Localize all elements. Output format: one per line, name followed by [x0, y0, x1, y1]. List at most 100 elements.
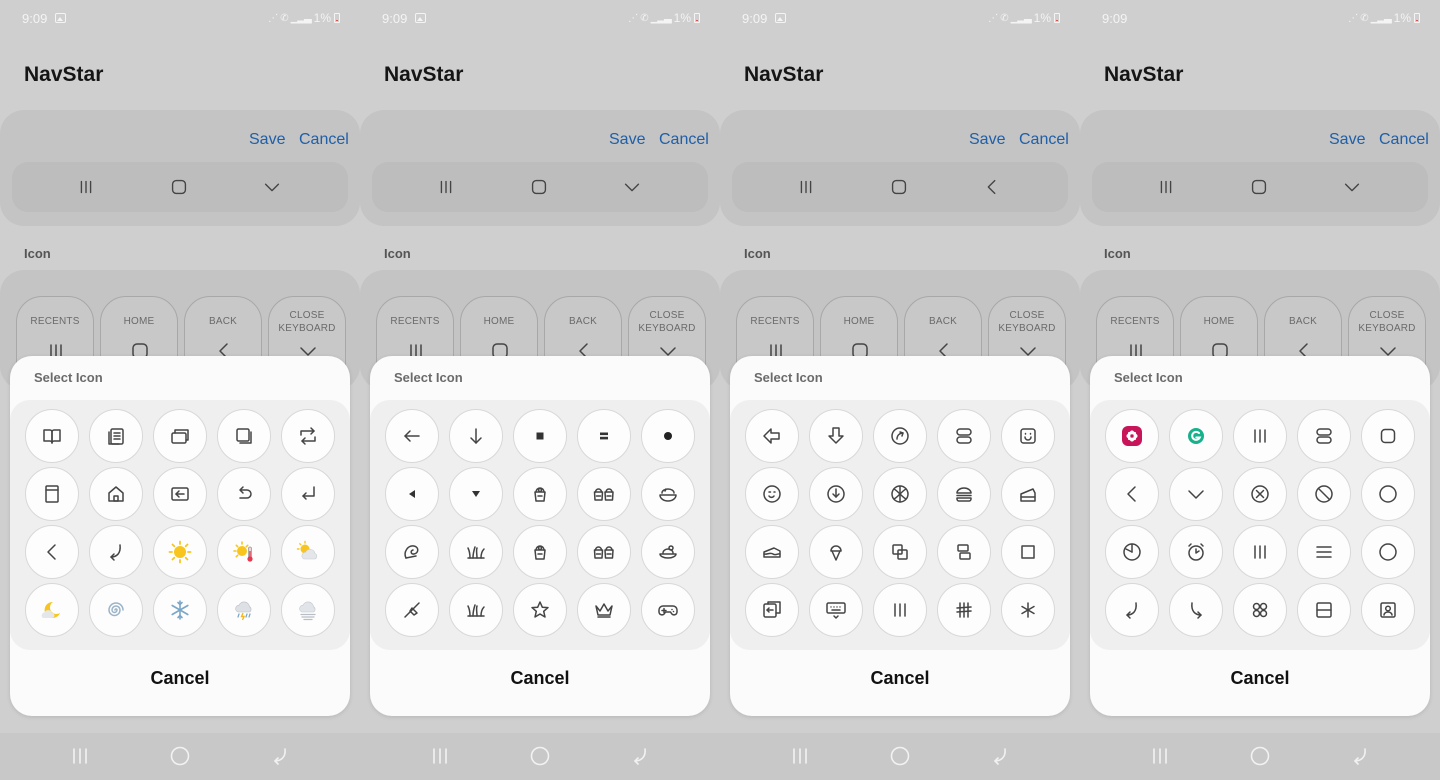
window-exit-icon[interactable]	[745, 583, 799, 637]
system-home-icon[interactable]	[1248, 744, 1272, 768]
ball-icon[interactable]	[873, 467, 927, 521]
thunder-rain-cloud-icon[interactable]	[217, 583, 271, 637]
system-home-icon[interactable]	[168, 744, 192, 768]
smile-square-icon[interactable]	[1001, 409, 1055, 463]
hamburger-menu-icon[interactable]	[1297, 525, 1351, 579]
takeout-food-icon[interactable]	[513, 525, 567, 579]
bowl-icon[interactable]	[641, 467, 695, 521]
double-pill-icon[interactable]	[1297, 409, 1351, 463]
cake-slice-icon[interactable]	[745, 525, 799, 579]
spiral-shell-icon[interactable]	[385, 525, 439, 579]
rounded-square-icon[interactable]	[1361, 409, 1415, 463]
grammarly-app-icon[interactable]	[1169, 409, 1223, 463]
home-rounded-square-icon[interactable]	[522, 170, 556, 204]
page-icon[interactable]	[25, 467, 79, 521]
save-button[interactable]: Save	[969, 131, 1005, 149]
home-rounded-square-icon[interactable]	[162, 170, 196, 204]
square-outline-icon[interactable]	[1001, 525, 1055, 579]
recents-lines-icon[interactable]	[69, 170, 103, 204]
wink-circle-icon[interactable]	[745, 467, 799, 521]
stacked-boxes-icon[interactable]	[937, 525, 991, 579]
system-recents-icon[interactable]	[1148, 744, 1172, 768]
sun-icon[interactable]	[153, 525, 207, 579]
circle-arrow-icon[interactable]	[873, 409, 927, 463]
gamepad-icon[interactable]	[641, 583, 695, 637]
clock-down-icon[interactable]	[809, 467, 863, 521]
save-button[interactable]: Save	[249, 131, 285, 149]
arrow-left-icon[interactable]	[385, 409, 439, 463]
recents-lines-icon[interactable]	[1233, 409, 1287, 463]
snowflake-icon[interactable]	[153, 583, 207, 637]
dish-icon[interactable]	[641, 525, 695, 579]
chevron-left-icon[interactable]	[1105, 467, 1159, 521]
chevron-down-icon[interactable]	[1335, 170, 1369, 204]
system-back-icon[interactable]	[1348, 744, 1372, 768]
takeout-food-icon[interactable]	[513, 467, 567, 521]
dot-icon[interactable]	[641, 409, 695, 463]
document-stack-icon[interactable]	[89, 409, 143, 463]
cancel-button[interactable]: Cancel	[1019, 131, 1069, 149]
alarm-clock-icon[interactable]	[1169, 525, 1223, 579]
system-home-icon[interactable]	[528, 744, 552, 768]
house-icon[interactable]	[89, 467, 143, 521]
recents-lines-icon[interactable]	[873, 583, 927, 637]
chevron-down-icon[interactable]	[255, 170, 289, 204]
triangle-down-icon[interactable]	[449, 467, 503, 521]
save-button[interactable]: Save	[1329, 131, 1365, 149]
fog-cloud-icon[interactable]	[281, 583, 335, 637]
return-arrow-icon[interactable]	[281, 467, 335, 521]
sun-behind-cloud-icon[interactable]	[281, 525, 335, 579]
pointer-down-icon[interactable]	[809, 409, 863, 463]
chevron-left-icon[interactable]	[975, 170, 1009, 204]
dialog-cancel-button[interactable]: Cancel	[370, 668, 710, 689]
equals-block-icon[interactable]	[577, 409, 631, 463]
ice-cream-icon[interactable]	[809, 525, 863, 579]
double-takeout-food-icon[interactable]	[577, 525, 631, 579]
spiral-icon[interactable]	[89, 583, 143, 637]
system-back-icon[interactable]	[628, 744, 652, 768]
window-stack-icon[interactable]	[153, 409, 207, 463]
recents-lines-icon[interactable]	[429, 170, 463, 204]
curved-forward-arrow-icon[interactable]	[1169, 583, 1223, 637]
prohibited-icon[interactable]	[1297, 467, 1351, 521]
grass-icon[interactable]	[449, 525, 503, 579]
repeat-icon[interactable]	[281, 409, 335, 463]
undo-icon[interactable]	[217, 467, 271, 521]
portrait-frame-icon[interactable]	[1361, 583, 1415, 637]
dialog-cancel-button[interactable]: Cancel	[10, 668, 350, 689]
recents-lines-icon[interactable]	[1233, 525, 1287, 579]
chevron-left-icon[interactable]	[25, 525, 79, 579]
arrow-down-icon[interactable]	[449, 409, 503, 463]
crown-icon[interactable]	[577, 583, 631, 637]
system-back-icon[interactable]	[268, 744, 292, 768]
crescent-moon-cloud-icon[interactable]	[25, 583, 79, 637]
cross-circle-icon[interactable]	[1233, 467, 1287, 521]
hash-lines-icon[interactable]	[937, 583, 991, 637]
curved-back-arrow-icon[interactable]	[89, 525, 143, 579]
grass-icon[interactable]	[449, 583, 503, 637]
split-square-icon[interactable]	[1297, 583, 1351, 637]
curved-back-arrow-icon[interactable]	[1105, 583, 1159, 637]
dialog-cancel-button[interactable]: Cancel	[730, 668, 1070, 689]
keyboard-down-icon[interactable]	[809, 583, 863, 637]
cancel-button[interactable]: Cancel	[299, 131, 349, 149]
circle-icon[interactable]	[1361, 525, 1415, 579]
home-rounded-square-icon[interactable]	[882, 170, 916, 204]
book-icon[interactable]	[25, 409, 79, 463]
asterisk-icon[interactable]	[1001, 583, 1055, 637]
star-icon[interactable]	[513, 583, 567, 637]
hot-sun-thermometer-icon[interactable]	[217, 525, 271, 579]
dialog-cancel-button[interactable]: Cancel	[1090, 668, 1430, 689]
chevron-down-icon[interactable]	[615, 170, 649, 204]
shovel-icon[interactable]	[385, 583, 439, 637]
pie-clock-icon[interactable]	[1105, 525, 1159, 579]
four-dots-icon[interactable]	[1233, 583, 1287, 637]
cancel-button[interactable]: Cancel	[1379, 131, 1429, 149]
save-button[interactable]: Save	[609, 131, 645, 149]
flower-app-icon[interactable]	[1105, 409, 1159, 463]
system-home-icon[interactable]	[888, 744, 912, 768]
system-recents-icon[interactable]	[788, 744, 812, 768]
system-recents-icon[interactable]	[68, 744, 92, 768]
triangle-left-icon[interactable]	[385, 467, 439, 521]
burger-icon[interactable]	[937, 467, 991, 521]
